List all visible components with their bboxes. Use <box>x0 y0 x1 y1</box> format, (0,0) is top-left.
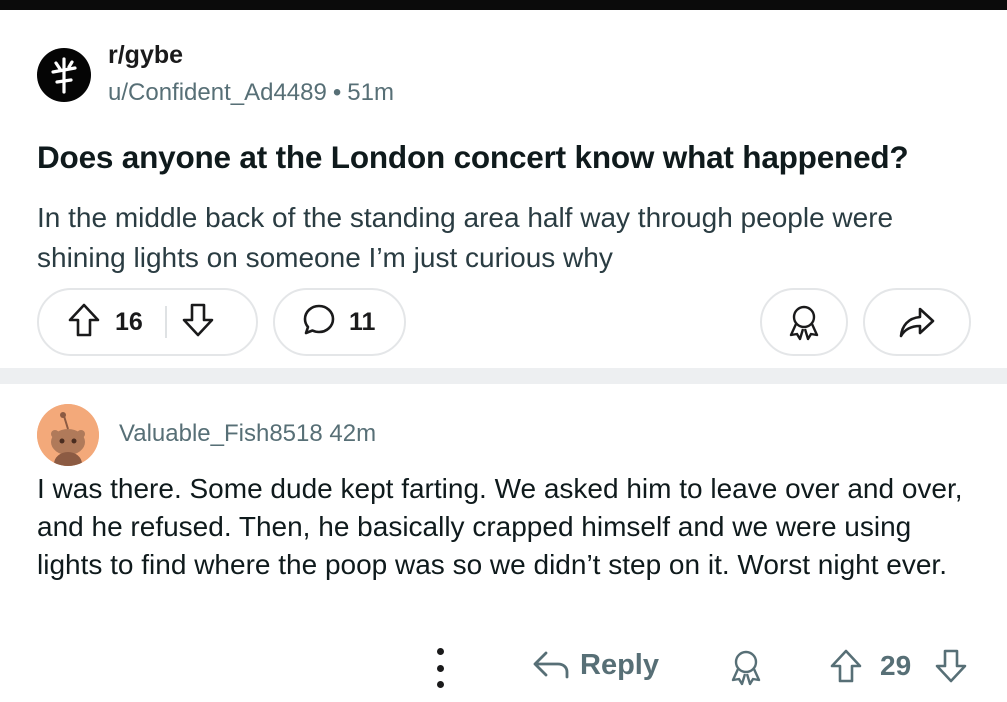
comments-button[interactable]: 11 <box>273 288 406 356</box>
more-dot <box>436 664 444 672</box>
vote-separator <box>164 306 167 338</box>
downvote-button[interactable] <box>181 302 215 343</box>
award-button[interactable] <box>760 288 848 356</box>
post-body: In the middle back of the standing area … <box>37 202 894 273</box>
comment-meta: Valuable_Fish8518 42m <box>119 420 376 448</box>
more-options-button[interactable] <box>429 648 451 688</box>
post-meta: u/Confident_Ad4489 • 51m <box>108 79 394 107</box>
snoo-avatar-icon <box>37 404 99 466</box>
arrow-up-outline-icon <box>830 649 862 683</box>
comment-downvote-button[interactable] <box>934 648 968 689</box>
arrow-down-outline-icon <box>935 649 967 683</box>
comment-count: 11 <box>349 307 376 336</box>
meta-separator: • <box>332 79 342 106</box>
comment-award-button[interactable] <box>728 648 764 691</box>
share-arrow-icon <box>899 307 935 338</box>
subreddit-name[interactable]: r/gybe <box>108 41 183 70</box>
comment-upvote-button[interactable] <box>829 648 863 689</box>
post-author[interactable]: u/Confident_Ad4489 <box>108 79 327 106</box>
share-button[interactable] <box>863 288 971 356</box>
comment-author-avatar[interactable] <box>37 404 99 466</box>
more-dot <box>436 648 444 655</box>
reply-label: Reply <box>580 648 659 681</box>
arrow-down-outline-icon <box>182 303 214 336</box>
speech-bubble-icon <box>301 302 337 343</box>
arrow-up-outline-icon <box>68 303 100 336</box>
post-age: 51m <box>347 79 394 106</box>
comment-score: 29 <box>880 650 912 681</box>
reply-button[interactable]: Reply <box>532 648 659 682</box>
post-vote-bar: 16 <box>37 288 258 356</box>
award-ribbon-icon <box>731 650 761 686</box>
section-divider <box>0 368 1007 384</box>
reply-arrow-icon <box>533 651 569 679</box>
subreddit-logo-glyph-icon <box>51 57 77 94</box>
post-title[interactable]: Does anyone at the London concert know w… <box>37 137 982 177</box>
status-bar-strip <box>0 0 1007 10</box>
award-ribbon-icon <box>789 305 819 341</box>
comment-author[interactable]: Valuable_Fish8518 <box>119 420 323 447</box>
comment-age: 42m <box>329 420 377 447</box>
upvote-button[interactable] <box>67 302 101 343</box>
more-dot <box>436 681 444 688</box>
subreddit-avatar[interactable] <box>37 48 91 102</box>
comment-body: I was there. Some dude kept farting. We … <box>37 473 963 580</box>
post-score: 16 <box>115 307 143 336</box>
